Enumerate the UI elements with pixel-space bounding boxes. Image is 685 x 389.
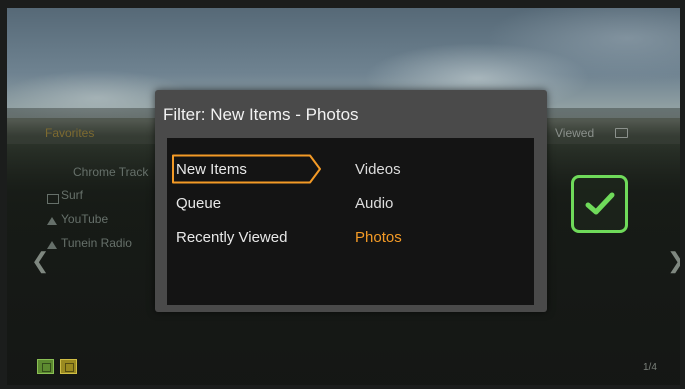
filter-dialog: Filter: New Items - Photos New Items Que… — [155, 90, 547, 312]
filter-option-queue[interactable]: Queue — [176, 195, 221, 212]
chevron-left-icon[interactable]: ❮ — [31, 248, 49, 274]
viewed-tab[interactable]: Viewed — [555, 126, 594, 140]
media-option-photos[interactable]: Photos — [355, 229, 402, 246]
filter-option-new-items[interactable]: New Items — [176, 161, 247, 178]
media-option-audio[interactable]: Audio — [355, 195, 393, 212]
tv-screen: Favorites Viewed Chrome Track Surf YouTu… — [7, 8, 680, 385]
dialog-body: New Items Queue Recently Viewed Videos A… — [167, 138, 534, 305]
dialog-title: Filter: New Items - Photos — [163, 105, 359, 124]
music-icon — [47, 217, 57, 225]
filter-option-recently-viewed[interactable]: Recently Viewed — [176, 229, 287, 246]
list-item[interactable]: Tunein Radio — [61, 236, 132, 250]
list-item[interactable]: YouTube — [61, 212, 108, 226]
page-indicator: 1/4 — [643, 362, 657, 373]
check-icon — [585, 192, 615, 215]
green-remote-button[interactable] — [37, 359, 54, 374]
chevron-right-icon[interactable]: ❯ — [667, 248, 680, 274]
list-item[interactable]: Chrome Track — [73, 165, 148, 179]
video-icon — [47, 194, 59, 204]
list-item[interactable]: Surf — [61, 188, 83, 202]
check-button[interactable] — [571, 175, 628, 233]
favorites-tab[interactable]: Favorites — [45, 126, 94, 140]
yellow-remote-button[interactable] — [60, 359, 77, 374]
video-icon — [615, 128, 628, 138]
media-option-videos[interactable]: Videos — [355, 161, 401, 178]
